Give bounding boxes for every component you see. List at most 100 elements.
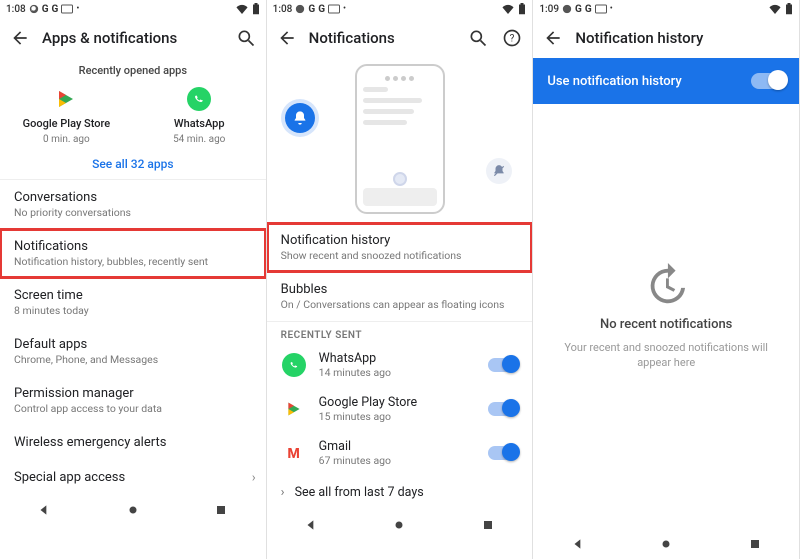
nav-recents[interactable] [212, 501, 230, 519]
app-bar: Notifications ? [267, 18, 533, 58]
status-bar: 1:09 G G • [533, 0, 799, 18]
whatsapp-status-icon [29, 4, 39, 14]
empty-subtitle: Your recent and snoozed notifications wi… [557, 340, 775, 371]
recent-sent-gmail[interactable]: M Gmail67 minutes ago [267, 431, 533, 475]
wifi-icon [501, 4, 515, 14]
app-name: Google Play Store [319, 395, 477, 410]
recent-app-name: Google Play Store [23, 117, 111, 130]
clock: 1:08 [273, 4, 293, 15]
svg-text:?: ? [510, 33, 515, 44]
row-sub: 8 minutes today [14, 304, 252, 317]
nav-bar [0, 495, 266, 525]
nav-home[interactable] [390, 516, 408, 534]
row-sub: Notification history, bubbles, recently … [14, 255, 252, 268]
row-sub: No priority conversations [14, 206, 252, 219]
whatsapp-status-icon [562, 4, 572, 14]
recently-sent-label: RECENTLY SENT [267, 322, 533, 343]
row-title: Conversations [14, 190, 252, 205]
clock: 1:09 [539, 4, 559, 15]
nav-back[interactable] [569, 535, 587, 553]
app-name: Gmail [319, 439, 477, 454]
empty-title: No recent notifications [600, 317, 732, 332]
card-status-icon [595, 4, 607, 14]
row-title: Notifications [14, 239, 252, 254]
search-icon[interactable] [234, 26, 258, 50]
row-permission-manager[interactable]: Permission manager Control app access to… [0, 376, 266, 425]
nav-back[interactable] [302, 516, 320, 534]
row-notification-history[interactable]: Notification history Show recent and sno… [267, 223, 533, 272]
toggle[interactable] [488, 402, 518, 416]
illustration [267, 58, 533, 222]
nav-recents[interactable] [746, 535, 764, 553]
more-status-icon: • [343, 4, 346, 14]
status-bar: 1:08 G G • [267, 0, 533, 18]
nav-home[interactable] [124, 501, 142, 519]
google-status-icon: G [575, 4, 582, 15]
pane-apps-notifications: 1:08 G G • Apps & notifications Recently… [0, 0, 267, 559]
nav-bar [533, 529, 799, 559]
battery-icon [252, 3, 260, 15]
toggle[interactable] [488, 358, 518, 372]
back-icon[interactable] [275, 26, 299, 50]
pane-notification-history: 1:09 G G • Notification history Use noti… [533, 0, 800, 559]
back-icon[interactable] [8, 26, 32, 50]
whatsapp-icon [281, 352, 307, 378]
row-sub: Control app access to your data [14, 402, 252, 415]
recent-sent-play-store[interactable]: Google Play Store15 minutes ago [267, 387, 533, 431]
phone-illustration [355, 64, 445, 214]
app-bar: Apps & notifications [0, 18, 266, 58]
empty-state: No recent notifications Your recent and … [533, 104, 799, 529]
see-all-apps-link[interactable]: See all 32 apps [0, 147, 266, 179]
row-wireless-alerts[interactable]: Wireless emergency alerts [0, 425, 266, 460]
page-title: Apps & notifications [42, 29, 224, 47]
row-default-apps[interactable]: Default apps Chrome, Phone, and Messages [0, 327, 266, 376]
see-all-recent-link[interactable]: › See all from last 7 days [267, 475, 533, 510]
app-bar: Notification history [533, 18, 799, 58]
row-title: Special app access [14, 470, 252, 485]
gmail-icon: M [281, 440, 307, 466]
more-status-icon: • [76, 4, 79, 14]
row-title: Bubbles [281, 282, 519, 297]
row-conversations[interactable]: Conversations No priority conversations [0, 180, 266, 229]
bell-badge-icon [285, 103, 315, 133]
nav-back[interactable] [35, 501, 53, 519]
play-store-icon [52, 85, 80, 113]
chevron-right-icon: › [281, 485, 285, 500]
recent-app-play-store[interactable]: Google Play Store 0 min. ago [16, 85, 116, 145]
card-status-icon [61, 4, 73, 14]
toggle[interactable] [488, 446, 518, 460]
recent-app-sub: 0 min. ago [43, 134, 90, 145]
card-status-icon [328, 4, 340, 14]
row-title: Wireless emergency alerts [14, 435, 252, 450]
nav-recents[interactable] [479, 516, 497, 534]
google-status-icon-2: G [318, 4, 325, 15]
nav-home[interactable] [657, 535, 675, 553]
back-icon[interactable] [541, 26, 565, 50]
help-icon[interactable]: ? [500, 26, 524, 50]
recent-app-sub: 54 min. ago [173, 134, 225, 145]
row-notifications[interactable]: Notifications Notification history, bubb… [0, 229, 266, 278]
recent-apps-row: Google Play Store 0 min. ago WhatsApp 54… [0, 79, 266, 147]
google-status-icon: G [308, 4, 315, 15]
page-title: Notification history [575, 29, 791, 47]
chevron-right-icon: › [252, 470, 256, 485]
recent-app-whatsapp[interactable]: WhatsApp 54 min. ago [149, 85, 249, 145]
row-sub: Show recent and snoozed notifications [281, 249, 519, 262]
row-special-app-access[interactable]: Special app access › [0, 460, 266, 495]
recent-app-name: WhatsApp [174, 117, 225, 130]
battery-icon [518, 3, 526, 15]
pane-notifications: 1:08 G G • Notifications ? Notification … [267, 0, 534, 559]
app-meta: 14 minutes ago [319, 366, 477, 379]
row-title: Permission manager [14, 386, 252, 401]
whatsapp-status-icon [295, 4, 305, 14]
search-icon[interactable] [466, 26, 490, 50]
recent-sent-whatsapp[interactable]: WhatsApp14 minutes ago [267, 343, 533, 387]
use-history-bar[interactable]: Use notification history [533, 58, 799, 104]
nav-bar [267, 510, 533, 540]
wifi-icon [768, 4, 782, 14]
use-history-toggle[interactable] [751, 73, 785, 89]
more-status-icon: • [610, 4, 613, 14]
row-screen-time[interactable]: Screen time 8 minutes today [0, 278, 266, 327]
row-bubbles[interactable]: Bubbles On / Conversations can appear as… [267, 272, 533, 321]
row-title: Screen time [14, 288, 252, 303]
